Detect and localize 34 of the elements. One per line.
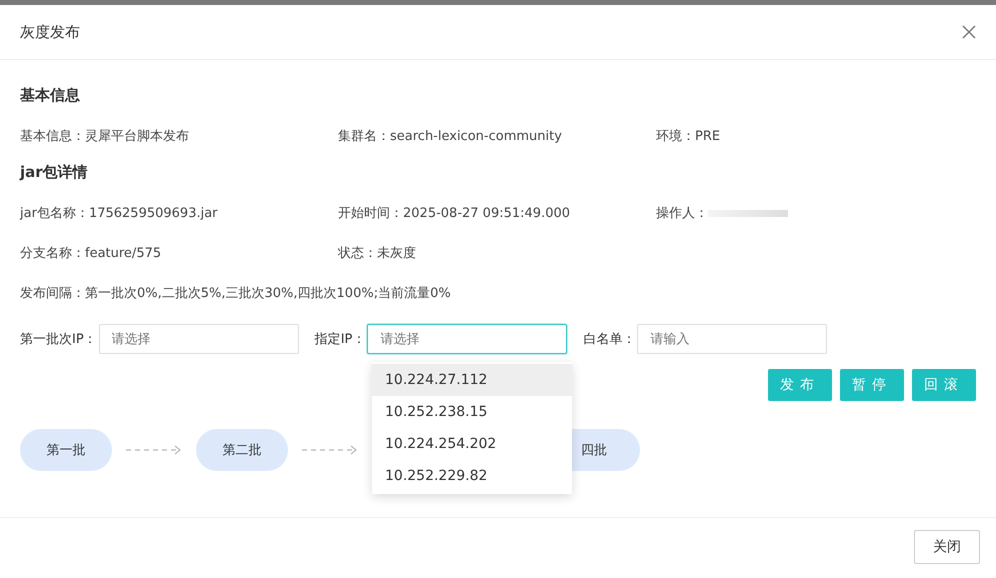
dashed-arrow-icon	[126, 445, 182, 455]
info-label: 开始时间：	[338, 205, 403, 222]
field-label: 白名单：	[583, 331, 636, 348]
info-value: 灵犀平台脚本发布	[85, 128, 189, 145]
info-value: 未灰度	[377, 245, 416, 262]
info-label: 发布间隔：	[20, 285, 85, 302]
batch-step: 第一批	[20, 429, 112, 471]
input-field[interactable]: 请输入	[637, 324, 828, 354]
section-heading: jar包详情	[20, 163, 89, 182]
batch-step: 第二批	[196, 429, 288, 471]
field-label: 第一批次IP：	[20, 331, 97, 348]
info-label: 集群名：	[338, 128, 390, 145]
info-value: 1756259509693.jar	[88, 206, 218, 220]
info-value: 第一批次0%,二批次5%,三批次30%,四批次100%;当前流量0%	[85, 285, 451, 302]
info-value: PRE	[695, 128, 720, 144]
input-field[interactable]: 请选择	[98, 324, 299, 354]
dashed-arrow-icon	[302, 445, 358, 455]
info-label: 分支名称：	[20, 245, 85, 262]
field-label: 指定IP：	[314, 331, 366, 348]
info-label: 环境：	[656, 128, 695, 145]
close-icon[interactable]	[962, 25, 976, 39]
close-button[interactable]: 关闭	[914, 530, 980, 564]
input-field[interactable]: 请选择	[367, 324, 568, 354]
dialog-title: 灰度发布	[20, 22, 80, 42]
info-value: 2025-08-27 09:51:49.000	[403, 206, 570, 220]
info-label: 基本信息：	[20, 128, 85, 145]
dropdown-option[interactable]: 10.224.27.112	[372, 364, 572, 396]
info-label: 状态：	[338, 245, 377, 262]
dropdown-option[interactable]: 10.252.238.15	[372, 396, 572, 428]
info-label: jar包名称：	[20, 205, 89, 222]
info-value: feature/575	[85, 246, 162, 260]
section-heading: 基本信息	[20, 86, 81, 105]
info-label: 操作人：	[656, 205, 708, 222]
info-value: search-lexicon-community	[390, 128, 562, 144]
